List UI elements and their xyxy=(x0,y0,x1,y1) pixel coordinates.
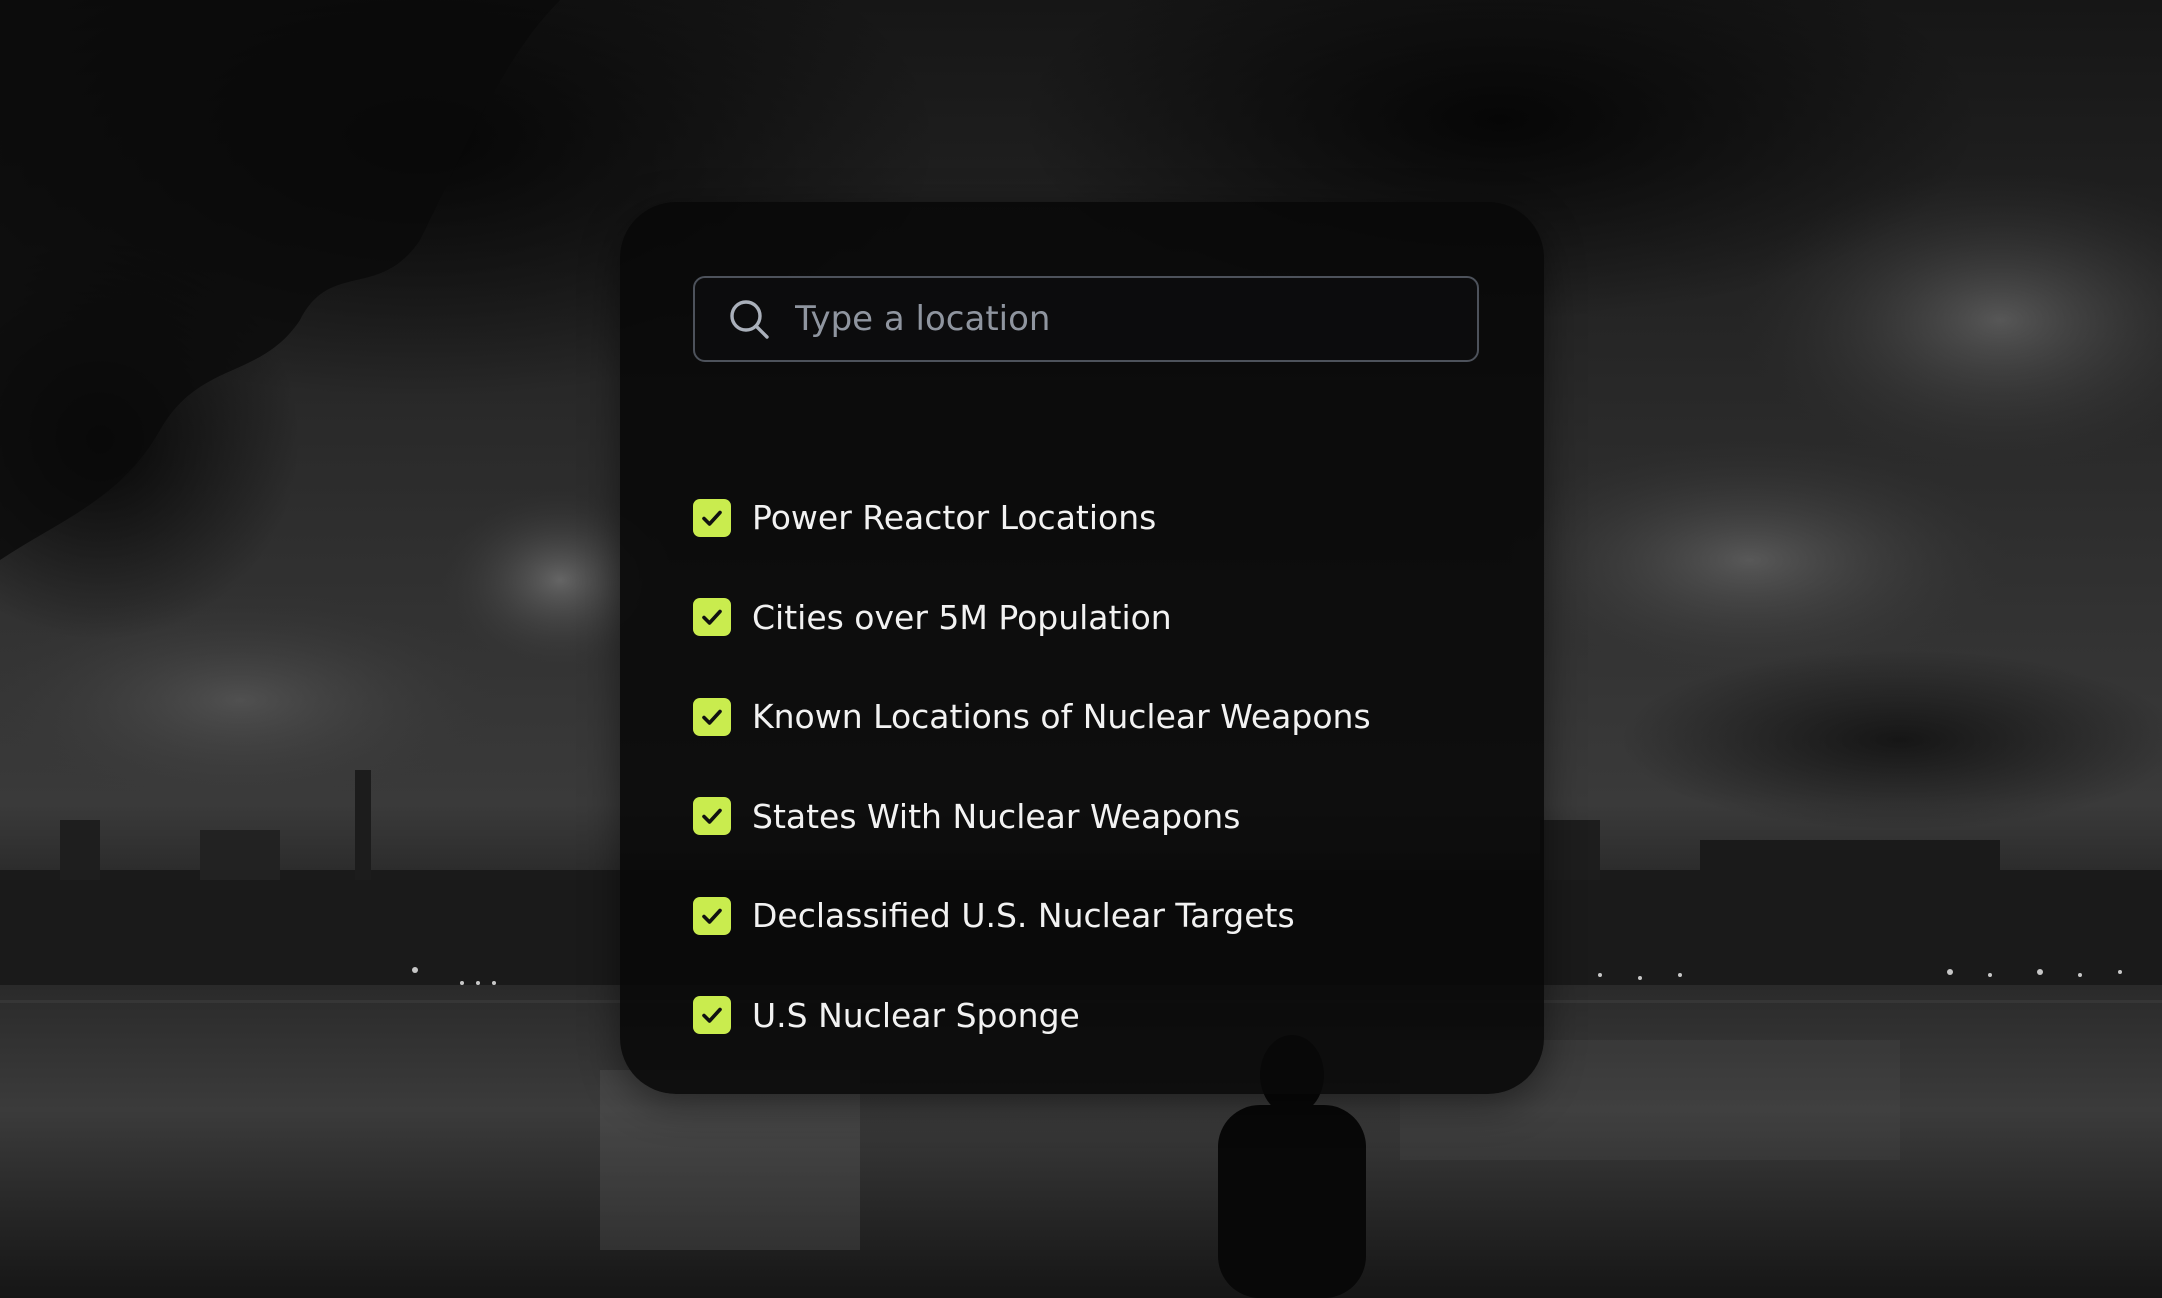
layer-item-nuclear-weapons-locations[interactable]: Known Locations of Nuclear Weapons xyxy=(693,667,1371,767)
layer-checkbox[interactable] xyxy=(693,598,731,637)
search-icon xyxy=(730,300,769,339)
layer-list: Power Reactor Locations Cities over 5M P… xyxy=(693,468,1371,1065)
layer-item-nuclear-states[interactable]: States With Nuclear Weapons xyxy=(693,767,1371,867)
layer-checkbox[interactable] xyxy=(693,896,731,935)
check-icon xyxy=(702,908,722,924)
check-icon xyxy=(702,808,722,825)
check-icon xyxy=(702,510,722,526)
layer-label: Known Locations of Nuclear Weapons xyxy=(752,697,1371,737)
layer-checkbox[interactable] xyxy=(693,996,731,1035)
layer-checkbox[interactable] xyxy=(693,797,731,836)
layers-panel: Power Reactor Locations Cities over 5M P… xyxy=(620,202,1544,1094)
layer-item-nuclear-sponge[interactable]: U.S Nuclear Sponge xyxy=(693,966,1371,1066)
layer-label: Cities over 5M Population xyxy=(752,597,1172,637)
layer-label: Power Reactor Locations xyxy=(752,498,1157,538)
check-icon xyxy=(702,609,722,626)
check-icon xyxy=(702,1007,722,1024)
layer-item-declassified-targets[interactable]: Declassified U.S. Nuclear Targets xyxy=(693,866,1371,966)
check-icon xyxy=(702,709,722,725)
search-box[interactable] xyxy=(693,276,1479,362)
location-search-input[interactable] xyxy=(793,288,1453,350)
layer-checkbox[interactable] xyxy=(693,697,731,736)
layer-label: U.S Nuclear Sponge xyxy=(752,995,1080,1035)
layer-item-cities[interactable]: Cities over 5M Population xyxy=(693,568,1371,668)
layer-item-power-reactors[interactable]: Power Reactor Locations xyxy=(693,468,1371,568)
layer-label: States With Nuclear Weapons xyxy=(752,796,1241,836)
layer-label: Declassified U.S. Nuclear Targets xyxy=(752,896,1295,936)
layer-checkbox[interactable] xyxy=(693,498,731,537)
